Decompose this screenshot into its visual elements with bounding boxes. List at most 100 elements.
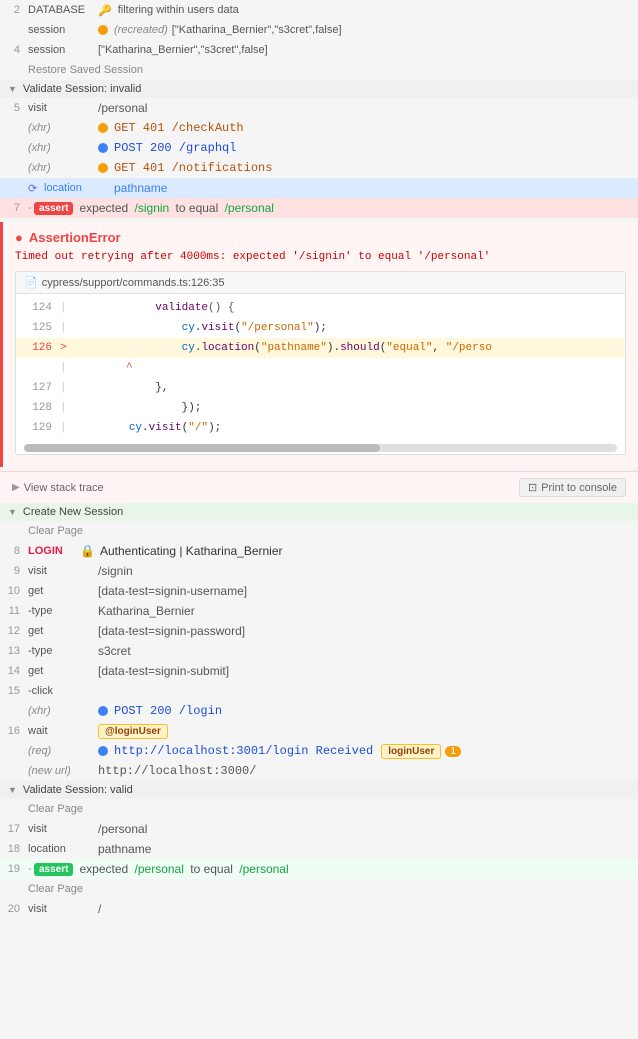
new-url-row: (new url) http://localhost:3000/ — [0, 761, 638, 781]
cmd-login-8: LOGIN — [28, 545, 80, 557]
xhr-3-row: (xhr) GET 401 /notifications — [0, 158, 638, 178]
cmd-xhr-1: (xhr) — [28, 122, 98, 134]
xhr-post-login-row: (xhr) POST 200 /login — [0, 701, 638, 721]
req-count: 1 — [445, 746, 461, 757]
get-14-value: [data-test=signin-submit] — [98, 664, 229, 678]
stack-trace-row: ▶ View stack trace ⊡ Print to console — [0, 471, 638, 503]
req-content: http://localhost:3001/login Received — [114, 744, 373, 758]
ln-124: 124 — [24, 302, 60, 314]
pipe-127: | — [60, 382, 76, 394]
ln-129: 129 — [24, 422, 60, 434]
location-value: pathname — [114, 181, 167, 195]
error-title: ● AssertionError — [15, 230, 626, 245]
clear-page-3-label: Clear Page — [28, 881, 91, 897]
cmd-session-4: session — [28, 44, 98, 56]
location-18-row: 18 location pathname — [0, 839, 638, 859]
xhr-3-content: GET 401 /notifications — [114, 161, 272, 175]
triangle-stack: ▶ — [12, 482, 20, 493]
database-value: filtering within users data — [118, 4, 239, 16]
database-row: 2 DATABASE 🔑 filtering within users data — [0, 0, 638, 20]
print-to-console-btn[interactable]: ⊡ Print to console — [519, 478, 626, 497]
ln-127: 127 — [24, 382, 60, 394]
error-message: Timed out retrying after 4000ms: expecte… — [15, 251, 626, 263]
clear-page-2-row: Clear Page — [0, 799, 638, 819]
visit-17-row: 17 visit /personal — [0, 819, 638, 839]
xhr-2-content: POST 200 /graphql — [114, 141, 236, 155]
assert-19-val1: /personal — [135, 862, 184, 876]
line-num-9: 9 — [0, 565, 20, 577]
line-num-16: 16 — [0, 725, 20, 737]
triangle-icon-valid: ▼ — [8, 785, 17, 795]
ln-125: 125 — [24, 322, 60, 334]
code-line-126: 126 > cy.location("pathname").should("eq… — [16, 338, 625, 358]
validate-session-valid-header[interactable]: ▼ Validate Session: valid — [0, 781, 638, 799]
xhr-2-row: (xhr) POST 200 /graphql — [0, 138, 638, 158]
pipe-128: | — [60, 402, 76, 414]
get-12-row: 12 get [data-test=signin-password] — [0, 621, 638, 641]
line-num-19: 19 — [0, 863, 20, 875]
cmd-req: (req) — [28, 745, 98, 757]
visit-9-row: 9 visit /signin — [0, 561, 638, 581]
line-num-5: 5 — [0, 102, 20, 114]
location-18-value: pathname — [98, 842, 151, 856]
cmd-get-10: get — [28, 585, 98, 597]
session-recreated-row: session (recreated) ["Katharina_Bernier"… — [0, 20, 638, 40]
get-10-row: 10 get [data-test=signin-username] — [0, 581, 638, 601]
cmd-get-12: get — [28, 625, 98, 637]
click-15-row: 15 -click — [0, 681, 638, 701]
cmd-visit-5: visit — [28, 102, 98, 114]
cmd-location: location — [44, 182, 114, 194]
content-128: }); — [76, 402, 201, 414]
location-icon: ⟳ — [28, 182, 40, 195]
code-block: 📄 cypress/support/commands.ts:126:35 124… — [15, 271, 626, 455]
cmd-visit-17: visit — [28, 823, 98, 835]
db-filter-icon: 🔑 — [98, 4, 112, 17]
cmd-xhr-2: (xhr) — [28, 142, 98, 154]
line-num-15: 15 — [0, 685, 20, 697]
code-line-124: 124 | validate() { — [16, 298, 625, 318]
cmd-new-url: (new url) — [28, 765, 98, 777]
session-recreated-value: ["Katharina_Bernier","s3cret",false] — [172, 24, 342, 36]
assert-badge-7: assert — [34, 202, 73, 215]
visit-5-value: /personal — [98, 101, 147, 115]
code-scrollbar[interactable] — [24, 444, 617, 452]
line-num-18: 18 — [0, 843, 20, 855]
triangle-icon-invalid: ▼ — [8, 84, 17, 94]
type-11-value: Katharina_Bernier — [98, 604, 195, 618]
cmd-wait-16: wait — [28, 725, 98, 737]
login-8-value: Authenticating | Katharina_Bernier — [100, 544, 283, 558]
code-file-path: 📄 cypress/support/commands.ts:126:35 — [16, 272, 625, 294]
pipe-124: | — [60, 302, 76, 314]
cmd-type-11: -type — [28, 605, 98, 617]
code-line-129: 129 | cy.visit("/"); — [16, 418, 625, 438]
print-console-label: Print to console — [541, 482, 617, 494]
req-badge: loginUser — [381, 744, 441, 759]
file-path-text: cypress/support/commands.ts:126:35 — [42, 277, 225, 289]
validate-session-valid-label: Validate Session: valid — [23, 784, 133, 796]
test-runner: 2 DATABASE 🔑 filtering within users data… — [0, 0, 638, 1039]
create-new-session-label: Create New Session — [23, 506, 123, 518]
file-icon: 📄 — [24, 276, 38, 289]
print-icon: ⊡ — [528, 481, 537, 494]
lock-emoji: 🔒 — [80, 544, 95, 558]
create-new-session-header[interactable]: ▼ Create New Session — [0, 503, 638, 521]
assert-badge-19: assert — [34, 863, 73, 876]
marker-126: > — [60, 342, 76, 354]
ln-126: 126 — [24, 342, 60, 354]
error-box: ● AssertionError Timed out retrying afte… — [0, 222, 638, 467]
validate-session-invalid-header[interactable]: ▼ Validate Session: invalid — [0, 80, 638, 98]
code-lines: 124 | validate() { 125 | cy.visit("/pers… — [16, 294, 625, 442]
content-125: cy.visit("/personal"); — [76, 322, 327, 334]
line-num-8: 8 — [0, 545, 20, 557]
code-line-caret: | ^ — [16, 358, 625, 378]
visit-9-value: /signin — [98, 564, 133, 578]
view-stack-trace-btn[interactable]: ▶ View stack trace — [12, 482, 104, 494]
assert-7-val2: /personal — [225, 201, 274, 215]
content-124: validate() { — [76, 302, 234, 314]
dot-xhr-1 — [98, 123, 108, 133]
xhr-1-row: (xhr) GET 401 /checkAuth — [0, 118, 638, 138]
wait-16-row: 16 wait @loginUser — [0, 721, 638, 741]
line-num-13: 13 — [0, 645, 20, 657]
clear-page-2-label: Clear Page — [28, 801, 91, 817]
validate-session-invalid-label: Validate Session: invalid — [23, 83, 141, 95]
